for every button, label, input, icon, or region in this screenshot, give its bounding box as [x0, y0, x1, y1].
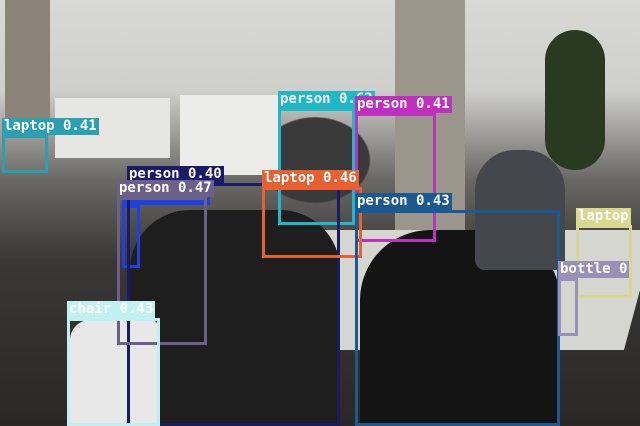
- detection-label: bottle 0: [558, 261, 630, 278]
- counter: [180, 95, 280, 175]
- detection-label: chair 0.43: [67, 301, 156, 318]
- pillar-left: [5, 0, 50, 130]
- bounding-box: [355, 210, 560, 426]
- detection-label: laptop: [576, 208, 631, 225]
- plant: [545, 30, 605, 170]
- detection-label: person 0.41: [355, 96, 452, 113]
- detection-label: person 0.47: [117, 180, 214, 197]
- bounding-box: [262, 187, 362, 258]
- detection-label: person 0.43: [355, 193, 452, 210]
- detection-photo: laptop 0.41person 0.62person 0.41chair 0…: [0, 0, 640, 426]
- detection-label: laptop 0.46: [262, 170, 359, 187]
- bounding-box: [67, 318, 160, 426]
- bounding-box: [558, 278, 578, 336]
- bounding-box: [2, 135, 48, 173]
- detection-label: laptop 0.41: [2, 118, 99, 135]
